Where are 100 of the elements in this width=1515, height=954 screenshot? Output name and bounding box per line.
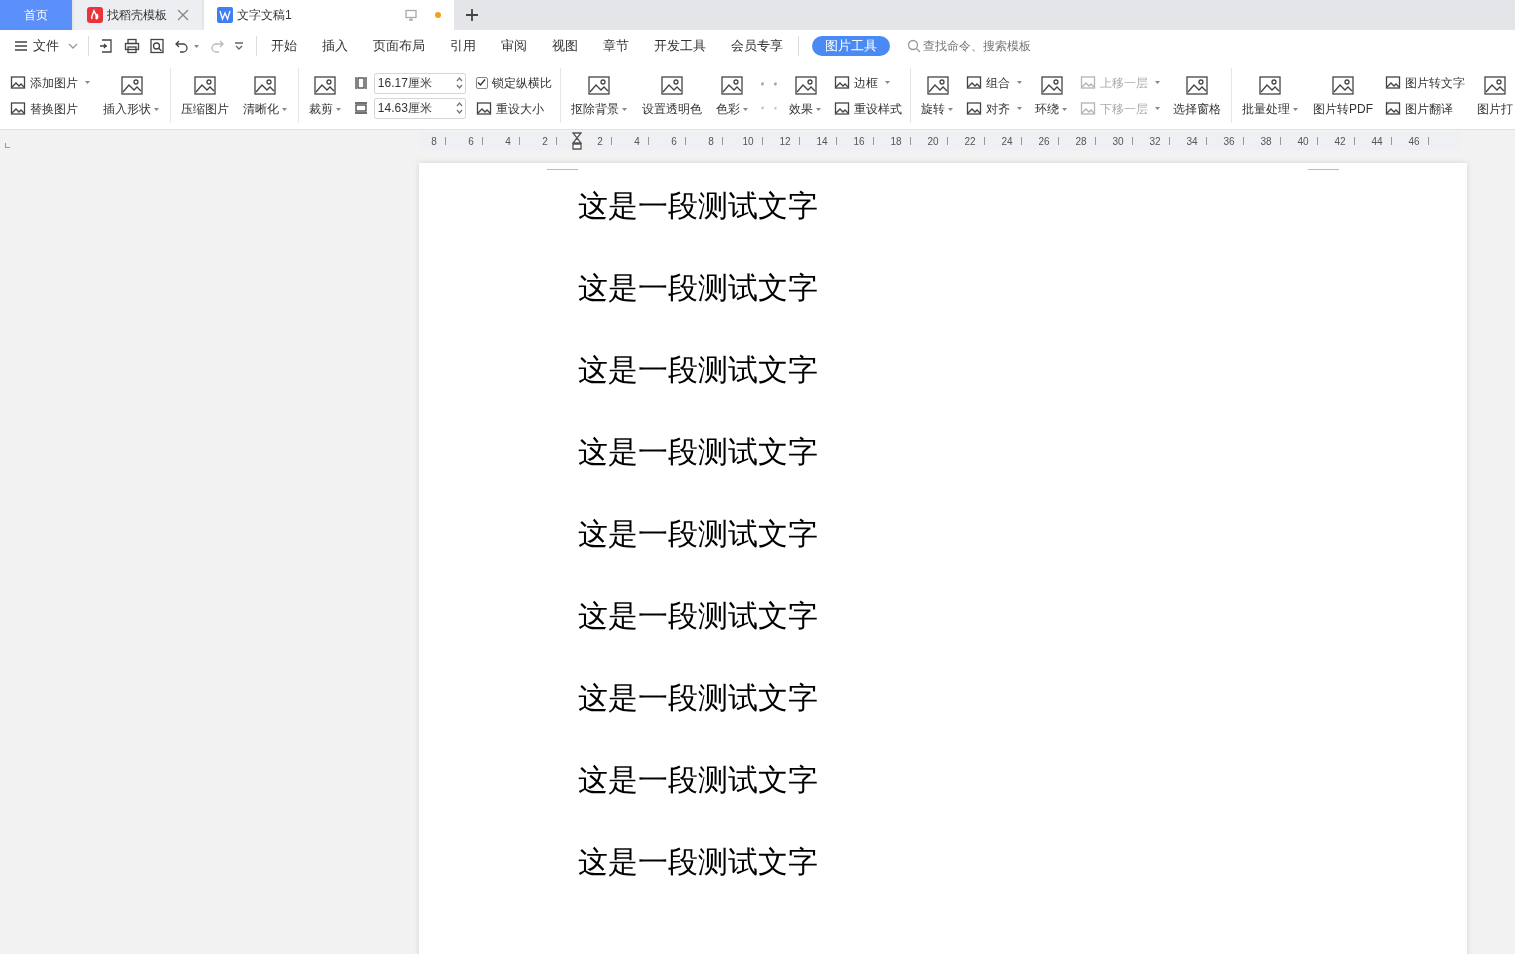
ruler-number: 4 <box>505 134 511 149</box>
height-icon <box>353 101 368 115</box>
picture-icon <box>834 75 851 90</box>
toolbar-button[interactable]: 替换图片 <box>10 99 91 118</box>
toolbar-button[interactable]: 重设大小 <box>475 99 552 118</box>
caret-icon <box>84 80 91 85</box>
document-tab[interactable]: 找稻壳模板 <box>74 0 202 30</box>
search-field[interactable]: 查找命令、搜索模板 <box>907 37 1053 55</box>
caret-icon <box>741 106 749 112</box>
toolbar-button[interactable]: 压缩图片 <box>178 62 231 129</box>
picture-icon <box>10 101 26 116</box>
flame-logo-icon <box>87 7 103 23</box>
paragraph: 这是一段测试文字 <box>578 598 819 634</box>
caret-icon <box>1061 106 1069 112</box>
ruler-number: 42 <box>1334 134 1346 149</box>
ribbon-tab[interactable]: 视图 <box>552 36 578 56</box>
document-tab[interactable]: 文字文稿1 <box>204 0 454 30</box>
toolbar-button[interactable]: 清晰化 <box>240 62 290 129</box>
ruler-number: 24 <box>1001 134 1013 149</box>
paragraph: 这是一段测试文字 <box>578 844 819 880</box>
caret-icon <box>1016 80 1024 85</box>
toolbar-button[interactable]: 环绕 <box>1033 62 1071 129</box>
size-field[interactable]: 14.63厘米 <box>373 97 466 119</box>
picture-icon <box>475 101 492 116</box>
indent-marker-icon <box>572 132 582 150</box>
toolbar-button[interactable]: 组合 <box>966 73 1024 92</box>
caret-icon <box>884 80 892 85</box>
ruler[interactable]: 8 6 4 2 2 4 6 8 10 12 14 16 18 20 22 24 26 28 30 32 34 36 38 40 42 44 46 <box>420 132 1460 150</box>
toolbar-button[interactable]: 抠除背景 <box>568 62 630 129</box>
picture-icon <box>966 75 983 90</box>
ruler-number: 46 <box>1408 134 1420 149</box>
ruler-number: 26 <box>1038 134 1050 149</box>
toolbar-button[interactable]: 旋转 <box>919 62 957 129</box>
ruler-number: 4 <box>634 134 640 149</box>
ruler-number: 8 <box>708 134 714 149</box>
export-icon[interactable] <box>99 38 115 54</box>
menu-icon <box>14 40 28 52</box>
caret-icon <box>620 106 628 112</box>
toolbar-button[interactable]: 对齐 <box>966 99 1024 118</box>
checkbox[interactable]: 锁定纵横比 <box>475 73 552 92</box>
document-logo-icon <box>217 7 233 23</box>
ribbon-tab[interactable]: 插入 <box>322 36 348 56</box>
ruler-number: 16 <box>853 134 865 149</box>
picture-icon <box>658 73 685 97</box>
ribbon-tab[interactable]: 开发工具 <box>654 36 706 56</box>
ruler-number: 6 <box>671 134 677 149</box>
toolbar-button[interactable]: 选择窗格 <box>1171 62 1224 129</box>
size-field[interactable]: 16.17厘米 <box>373 72 466 94</box>
toolbar-button[interactable]: 重设样式 <box>834 99 903 118</box>
picture-icon <box>10 75 26 90</box>
plus-icon <box>465 8 479 22</box>
picture-icon <box>924 73 951 97</box>
paragraph: 这是一段测试文字 <box>578 352 819 388</box>
ruler-number: 2 <box>542 134 548 149</box>
toolbar-button[interactable]: 添加图片 <box>10 73 91 92</box>
search-icon <box>907 39 921 53</box>
picture-icon <box>1038 73 1065 97</box>
toolbar-button[interactable]: 设置透明色 <box>639 62 704 129</box>
caret-icon <box>193 43 200 49</box>
picture-icon <box>792 73 819 97</box>
toolbar-button[interactable]: 图片转文字 <box>1384 73 1465 92</box>
width-icon <box>353 76 368 90</box>
picture-icon <box>1384 75 1401 90</box>
ribbon-tab[interactable]: 页面布局 <box>373 36 425 56</box>
checkmark-icon <box>477 78 487 87</box>
toolbar-button[interactable]: 插入形状 <box>101 62 162 129</box>
undo-icon[interactable] <box>174 38 190 54</box>
ribbon-tab[interactable]: 开始 <box>271 36 297 56</box>
picture-icon <box>586 73 613 97</box>
ruler-number: 22 <box>964 134 976 149</box>
chevron-down-icon <box>68 42 78 50</box>
picture-icon <box>1080 75 1097 90</box>
ruler-number: 28 <box>1075 134 1087 149</box>
printer-icon[interactable] <box>124 38 140 54</box>
picture-icon <box>191 73 218 97</box>
toolbar-button[interactable]: 图片翻译 <box>1384 99 1465 118</box>
picture-icon <box>834 101 851 116</box>
ruler-number: 2 <box>597 134 603 149</box>
monitor-icon <box>405 9 417 21</box>
ruler-number: 34 <box>1186 134 1198 149</box>
picture-icon <box>1481 73 1508 97</box>
toolbar-button[interactable]: 效果 <box>787 62 825 129</box>
toolbar-button[interactable]: 批量处理 <box>1239 62 1301 129</box>
ribbon-tab[interactable]: 引用 <box>450 36 476 56</box>
picture-icon <box>966 101 983 116</box>
toolbar-button[interactable]: 图片打 <box>1474 62 1515 129</box>
ribbon-tab[interactable]: 会员专享 <box>731 36 783 56</box>
ribbon-tab[interactable]: 审阅 <box>501 36 527 56</box>
file-menu[interactable]: 文件 <box>14 36 78 56</box>
ruler-number: 8 <box>431 134 437 149</box>
ruler-number: 38 <box>1260 134 1272 149</box>
spinner-arrows-icon <box>455 101 463 115</box>
toolbar-button[interactable]: 边框 <box>834 73 903 92</box>
caret-icon <box>1016 106 1024 111</box>
toolbar-button[interactable]: 色彩 <box>713 62 751 129</box>
ribbon-tab[interactable]: 章节 <box>603 36 629 56</box>
picture-icon <box>312 73 339 97</box>
toolbar-button[interactable]: 裁剪 <box>306 62 344 129</box>
print-preview-icon[interactable] <box>149 38 165 54</box>
toolbar-button[interactable]: 图片转PDF <box>1310 62 1375 129</box>
